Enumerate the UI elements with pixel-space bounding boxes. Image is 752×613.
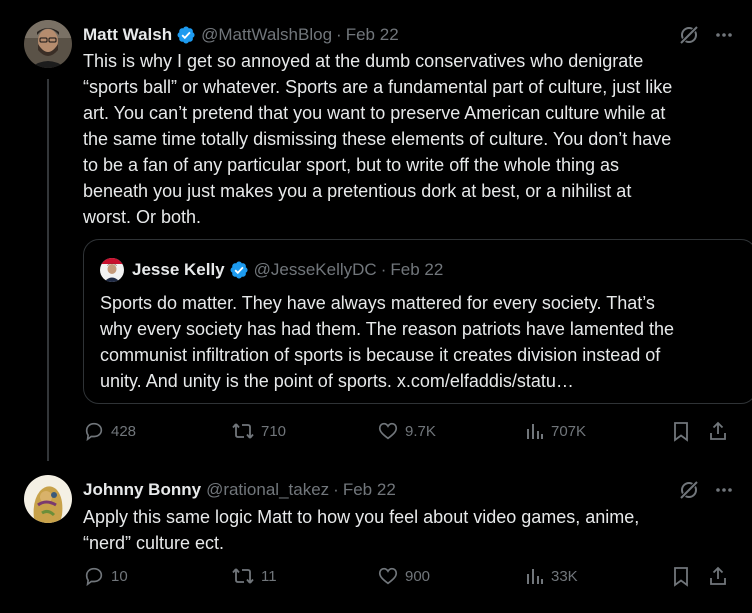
avatar-matt-walsh[interactable] <box>24 20 72 68</box>
post-date[interactable]: Feb 22 <box>343 480 396 500</box>
post-text-line: worst. Or both. <box>83 207 202 227</box>
separator-dot: · <box>336 25 342 44</box>
post-text-line: beneath you just makes you a pretentious… <box>83 181 632 201</box>
verified-badge-icon <box>229 260 249 280</box>
like-count: 900 <box>405 567 431 585</box>
grok-icon[interactable] <box>678 479 700 506</box>
grok-icon[interactable] <box>678 24 700 51</box>
reply-icon <box>85 567 103 587</box>
reply-count: 428 <box>111 422 137 440</box>
like-button[interactable]: 9.7K <box>377 420 436 442</box>
share-button[interactable] <box>707 420 729 442</box>
reply-icon <box>85 422 103 442</box>
views-button[interactable]: 33K <box>525 565 578 587</box>
post-text-line: This is why I get so annoyed at the dumb… <box>83 51 644 71</box>
bookmark-icon <box>674 567 688 587</box>
views-icon <box>527 424 543 439</box>
more-icon[interactable] <box>714 480 734 505</box>
separator-dot: · <box>380 260 387 279</box>
share-button[interactable] <box>707 565 729 587</box>
quoted-post-header: Jesse Kelly @JesseKellyDC · Feb 22 <box>100 258 443 282</box>
quoted-author-name: Jesse Kelly <box>132 260 225 279</box>
separator-dot: · <box>333 480 339 499</box>
repost-button[interactable]: 11 <box>231 565 277 587</box>
post-text-line: “nerd” culture ect. <box>83 533 225 553</box>
quoted-text-line: Sports do matter. They have always matte… <box>100 293 655 313</box>
views-count: 33K <box>551 567 578 585</box>
repost-count: 710 <box>261 422 287 440</box>
bookmark-button[interactable] <box>671 420 691 442</box>
post-text-line: the same time totally dismissing these e… <box>83 129 672 149</box>
author-name[interactable]: Johnny Bonny <box>83 480 201 500</box>
avatar-jesse-kelly <box>100 258 124 282</box>
quoted-post-text: Sports do matter. They have always matte… <box>100 290 730 394</box>
like-button[interactable]: 900 <box>377 565 430 587</box>
post-text-line: “sports ball” or whatever. Sports are a … <box>83 77 673 97</box>
post-text-line: to be a fan of any particular sport, but… <box>83 155 619 175</box>
quoted-text-line: communist infiltration of sports is beca… <box>100 345 661 365</box>
post-text-line: art. You can’t pretend that you want to … <box>83 103 666 123</box>
like-icon <box>378 422 398 440</box>
post-johnny-bonny[interactable]: Johnny Bonny @rational_takez · Feb 22 Ap… <box>0 465 752 613</box>
reply-button[interactable]: 428 <box>83 420 136 442</box>
repost-icon <box>232 568 254 584</box>
author-name[interactable]: Matt Walsh <box>83 25 172 45</box>
quoted-post-date: Feb 22 <box>390 260 444 279</box>
post-text: This is why I get so annoyed at the dumb… <box>83 48 733 230</box>
post-top-icons <box>678 479 734 506</box>
post-header: Matt Walsh @MattWalshBlog · Feb 22 <box>83 22 399 48</box>
repost-count: 11 <box>261 567 277 585</box>
post-text: Apply this same logic Matt to how you fe… <box>83 504 733 556</box>
author-handle[interactable]: @rational_takez <box>206 480 329 500</box>
quoted-text-line: unity. And unity is the point of sports.… <box>100 371 574 391</box>
thread-line <box>47 79 49 461</box>
post-actions: 428 710 9.7K 707K <box>83 420 743 450</box>
repost-button[interactable]: 710 <box>231 420 286 442</box>
like-icon <box>378 567 398 585</box>
bookmark-button[interactable] <box>671 565 691 587</box>
verified-badge-icon <box>176 25 196 45</box>
reply-count: 10 <box>111 567 128 585</box>
post-actions: 10 11 900 33K <box>83 565 743 595</box>
bookmark-icon <box>674 422 688 442</box>
post-matt-walsh[interactable]: Matt Walsh @MattWalshBlog · Feb 22 This … <box>0 0 752 465</box>
reply-button[interactable]: 10 <box>83 565 128 587</box>
post-header: Johnny Bonny @rational_takez · Feb 22 <box>83 477 396 503</box>
avatar-johnny-bonny[interactable] <box>24 475 72 523</box>
repost-icon <box>232 423 254 439</box>
share-icon <box>710 421 726 440</box>
views-icon <box>527 569 543 584</box>
share-icon <box>710 566 726 585</box>
quoted-author-handle: @JesseKellyDC <box>253 260 377 279</box>
views-count: 707K <box>551 422 587 440</box>
author-handle[interactable]: @MattWalshBlog <box>201 25 332 45</box>
like-count: 9.7K <box>405 422 436 440</box>
views-button[interactable]: 707K <box>525 420 586 442</box>
quoted-text-line: why every society has had them. The reas… <box>100 319 674 339</box>
quoted-post[interactable]: Jesse Kelly @JesseKellyDC · Feb 22 Sport… <box>83 239 752 404</box>
more-icon[interactable] <box>714 25 734 50</box>
post-text-line: Apply this same logic Matt to how you fe… <box>83 507 640 527</box>
post-top-icons <box>678 24 734 51</box>
post-date[interactable]: Feb 22 <box>346 25 399 45</box>
